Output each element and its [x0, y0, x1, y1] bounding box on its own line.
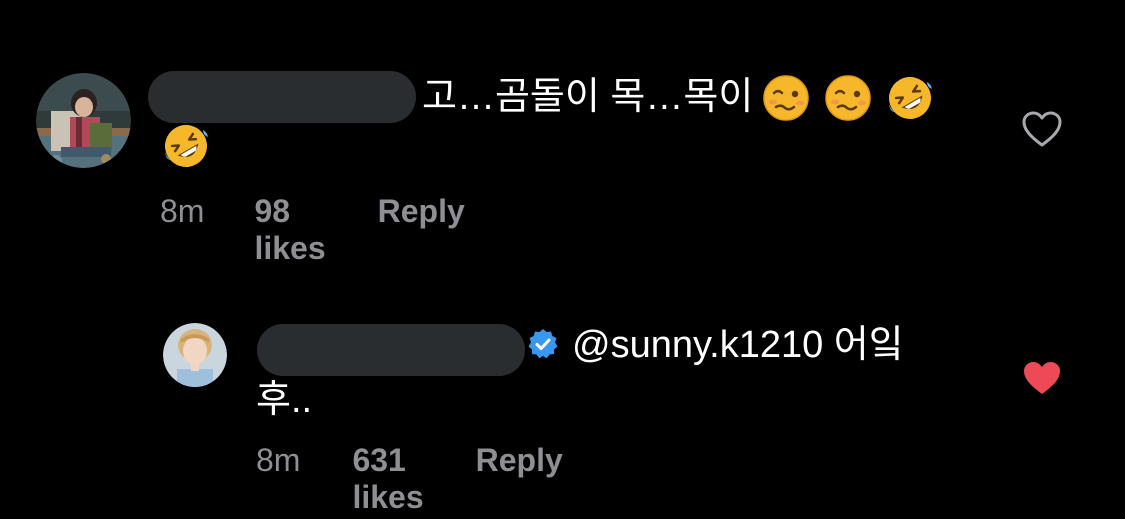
heart-filled-icon [1024, 362, 1060, 394]
timestamp: 8m [256, 442, 301, 478]
comment-text-line2 [162, 122, 210, 183]
comment-meta: 8m 631 likes Reply [256, 442, 563, 516]
woozy-face-icon [763, 75, 809, 121]
rolling-on-floor-laughing-icon [165, 125, 208, 167]
heart-outline-icon [1022, 111, 1062, 147]
reply-button[interactable]: Reply [476, 442, 563, 479]
emoji-row [762, 74, 934, 122]
avatar[interactable] [163, 323, 227, 387]
verified-badge [527, 328, 559, 360]
avatar-image [163, 323, 227, 387]
username-redaction[interactable] [257, 324, 525, 376]
verified-badge-icon [528, 329, 558, 359]
avatar-image [36, 73, 131, 168]
comment-text-line2: 후.. [256, 379, 313, 421]
reply-button[interactable]: Reply [378, 193, 465, 230]
timestamp: 8m [160, 193, 205, 229]
likes-count[interactable]: 98 likes [254, 193, 325, 267]
comments-thread: 고…곰돌이 목…목이 8m 98 likes Reply @sunny.k121… [0, 0, 1125, 519]
comment-text: 고…곰돌이 목…목이 [422, 76, 754, 118]
comment-meta: 8m 98 likes Reply [160, 193, 465, 267]
woozy-face-icon [825, 75, 871, 121]
username-redaction[interactable] [148, 71, 416, 123]
like-button[interactable] [1021, 110, 1063, 148]
avatar[interactable] [36, 73, 131, 168]
likes-count[interactable]: 631 likes [352, 442, 423, 516]
rolling-on-floor-laughing-icon [889, 77, 932, 119]
comment-text: @sunny.k1210 어잌 [572, 324, 904, 366]
like-button[interactable] [1021, 359, 1063, 397]
